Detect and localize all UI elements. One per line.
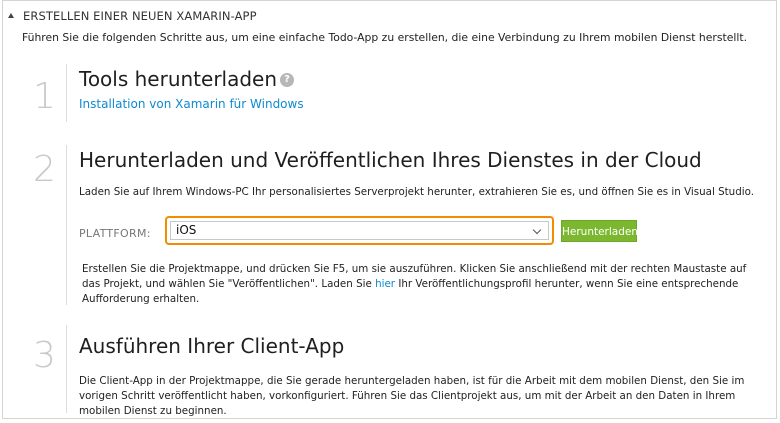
platform-select-value: iOS xyxy=(176,223,197,237)
section-header[interactable]: ERSTELLEN EINER NEUEN XAMARIN-APP xyxy=(8,9,257,23)
step-number-2: 2 xyxy=(33,149,56,190)
step-title-1: Tools herunterladen xyxy=(79,67,278,91)
step-divider-3 xyxy=(66,325,67,413)
step-number-1: 1 xyxy=(33,76,56,117)
step-3-description: Die Client-App in der Projektmappe, die … xyxy=(79,375,745,417)
section-title: ERSTELLEN EINER NEUEN XAMARIN-APP xyxy=(23,9,257,23)
step-divider-2 xyxy=(66,145,67,305)
step-title-3: Ausführen Ihrer Client-App xyxy=(79,334,345,358)
chevron-down-icon[interactable] xyxy=(532,225,542,235)
platform-select[interactable]: iOS xyxy=(165,216,554,245)
step-divider-1 xyxy=(66,64,67,122)
step-2-description: Laden Sie auf Ihrem Windows-PC Ihr perso… xyxy=(79,186,754,198)
download-button[interactable]: Herunterladen xyxy=(561,220,638,242)
help-icon[interactable]: ? xyxy=(280,73,294,87)
step-title-2: Herunterladen und Veröffentlichen Ihres … xyxy=(79,148,702,172)
platform-select-value-box[interactable]: iOS xyxy=(170,221,549,240)
collapse-triangle-icon[interactable] xyxy=(8,13,14,18)
publish-profile-link[interactable]: hier xyxy=(375,278,395,290)
step-number-3: 3 xyxy=(33,335,56,376)
install-xamarin-link[interactable]: Installation von Xamarin für Windows xyxy=(79,97,304,111)
platform-label: PLATTFORM: xyxy=(79,227,151,240)
intro-text: Führen Sie die folgenden Schritte aus, u… xyxy=(22,31,748,44)
step-2-instructions: Erstellen Sie die Projektmappe, und drüc… xyxy=(82,262,762,307)
